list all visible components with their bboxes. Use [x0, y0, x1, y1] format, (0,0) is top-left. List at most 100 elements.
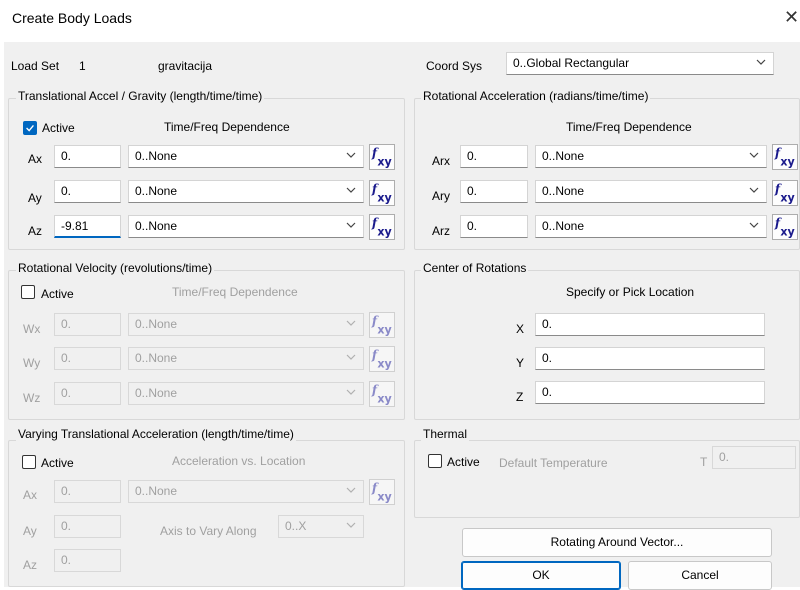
function-fxy-icon: fxy — [371, 481, 393, 503]
center-x-label: X — [516, 322, 525, 336]
function-fxy-icon: fxy — [371, 216, 393, 238]
center-x-input[interactable]: 0. — [535, 313, 765, 336]
arx-dependence-select[interactable]: 0..None — [535, 145, 767, 168]
rotational-velocity-active-checkbox[interactable] — [21, 285, 35, 299]
t-label: T — [700, 455, 708, 469]
function-fxy-icon: fxy — [371, 348, 393, 370]
varying-ax-dependence-value: 0..None — [135, 484, 178, 498]
rotational-velocity-title: Rotational Velocity (revolutions/time) — [16, 261, 215, 275]
center-z-label: Z — [516, 390, 524, 404]
thermal-active-label: Active — [447, 455, 480, 469]
svg-text:xy: xy — [377, 323, 392, 336]
ax-dependence-value: 0..None — [135, 149, 178, 163]
wz-input[interactable]: 0. — [54, 382, 121, 405]
fxy-function-button[interactable]: f xy — [369, 381, 395, 407]
chevron-down-icon — [346, 389, 356, 395]
translational-title: Translational Accel / Gravity (length/ti… — [16, 89, 265, 103]
rotational-velocity-active-label: Active — [41, 287, 74, 301]
ax-dependence-select[interactable]: 0..None — [128, 145, 364, 168]
ary-label: Ary — [432, 189, 450, 203]
axis-to-vary-select[interactable]: 0..X — [278, 515, 364, 538]
translational-dependence-header: Time/Freq Dependence — [164, 120, 290, 134]
wy-dependence-select[interactable]: 0..None — [128, 347, 364, 370]
coord-sys-label: Coord Sys — [426, 59, 483, 73]
chevron-down-icon — [749, 222, 759, 228]
wy-label: Wy — [23, 356, 41, 370]
svg-text:xy: xy — [780, 191, 795, 204]
svg-text:xy: xy — [377, 490, 392, 503]
fxy-function-button[interactable]: f xy — [369, 479, 395, 505]
coord-sys-select[interactable]: 0..Global Rectangular — [506, 52, 774, 75]
fxy-function-button[interactable]: f xy — [369, 180, 395, 206]
arz-dependence-select[interactable]: 0..None — [535, 215, 767, 238]
varying-header: Acceleration vs. Location — [172, 454, 306, 468]
wx-input[interactable]: 0. — [54, 313, 121, 336]
ax-input[interactable]: 0. — [54, 145, 121, 168]
function-fxy-icon: fxy — [774, 146, 796, 168]
arz-dependence-value: 0..None — [542, 219, 585, 233]
window-title: Create Body Loads — [12, 10, 132, 26]
chevron-down-icon — [346, 320, 356, 326]
az-dependence-value: 0..None — [135, 219, 178, 233]
arz-input[interactable]: 0. — [460, 215, 528, 238]
ax-label: Ax — [28, 152, 43, 166]
svg-text:xy: xy — [780, 225, 795, 238]
ok-button[interactable]: OK — [461, 561, 621, 590]
ary-dependence-select[interactable]: 0..None — [535, 180, 767, 203]
svg-text:xy: xy — [377, 155, 392, 168]
rotating-around-vector-button[interactable]: Rotating Around Vector... — [462, 528, 772, 557]
rotational-accel-title: Rotational Acceleration (radians/time/ti… — [421, 89, 651, 103]
svg-text:xy: xy — [780, 155, 795, 168]
fxy-function-button[interactable]: f xy — [772, 214, 798, 240]
wz-dependence-select[interactable]: 0..None — [128, 382, 364, 405]
rotational-velocity-dependence-header: Time/Freq Dependence — [172, 285, 298, 299]
fxy-function-button[interactable]: f xy — [369, 312, 395, 338]
function-fxy-icon: fxy — [371, 182, 393, 204]
wx-dependence-select[interactable]: 0..None — [128, 313, 364, 336]
chevron-down-icon — [346, 187, 356, 193]
center-y-label: Y — [516, 356, 525, 370]
varying-ay-input[interactable]: 0. — [54, 515, 121, 538]
chevron-down-icon — [346, 354, 356, 360]
varying-active-checkbox[interactable] — [22, 455, 36, 469]
svg-text:xy: xy — [377, 191, 392, 204]
fxy-function-button[interactable]: f xy — [369, 214, 395, 240]
wy-dependence-value: 0..None — [135, 351, 178, 365]
az-dependence-select[interactable]: 0..None — [128, 215, 364, 238]
wz-dependence-value: 0..None — [135, 386, 178, 400]
fxy-function-button[interactable]: f xy — [772, 180, 798, 206]
chevron-down-icon — [346, 487, 356, 493]
ay-dependence-value: 0..None — [135, 184, 178, 198]
ay-dependence-select[interactable]: 0..None — [128, 180, 364, 203]
cancel-button[interactable]: Cancel — [628, 561, 772, 590]
function-fxy-icon: fxy — [774, 182, 796, 204]
checkmark-icon — [26, 124, 34, 132]
center-z-input[interactable]: 0. — [535, 381, 765, 404]
az-input[interactable]: -9.81 — [54, 215, 121, 238]
ary-input[interactable]: 0. — [460, 180, 528, 203]
fxy-function-button[interactable]: f xy — [369, 144, 395, 170]
varying-az-input[interactable]: 0. — [54, 549, 121, 572]
wy-input[interactable]: 0. — [54, 347, 121, 370]
fxy-function-button[interactable]: f xy — [369, 346, 395, 372]
axis-to-vary-label: Axis to Vary Along — [160, 524, 257, 538]
arx-input[interactable]: 0. — [460, 145, 528, 168]
thermal-title: Thermal — [421, 427, 470, 441]
chevron-down-icon — [749, 152, 759, 158]
varying-ax-dependence-select[interactable]: 0..None — [128, 480, 364, 503]
center-of-rotations-title: Center of Rotations — [421, 261, 529, 275]
translational-active-label: Active — [42, 121, 75, 135]
chevron-down-icon — [756, 59, 766, 65]
varying-ax-input[interactable]: 0. — [54, 480, 121, 503]
fxy-function-button[interactable]: f xy — [772, 144, 798, 170]
translational-active-checkbox[interactable] — [23, 121, 37, 135]
function-fxy-icon: fxy — [371, 383, 393, 405]
rotational-accel-dependence-header: Time/Freq Dependence — [566, 120, 692, 134]
ay-input[interactable]: 0. — [54, 180, 121, 203]
center-y-input[interactable]: 0. — [535, 347, 765, 370]
close-icon[interactable]: ✕ — [784, 8, 799, 26]
thermal-active-checkbox[interactable] — [428, 454, 442, 468]
t-input[interactable]: 0. — [712, 446, 796, 469]
wz-label: Wz — [23, 391, 41, 405]
function-fxy-icon: fxy — [371, 314, 393, 336]
